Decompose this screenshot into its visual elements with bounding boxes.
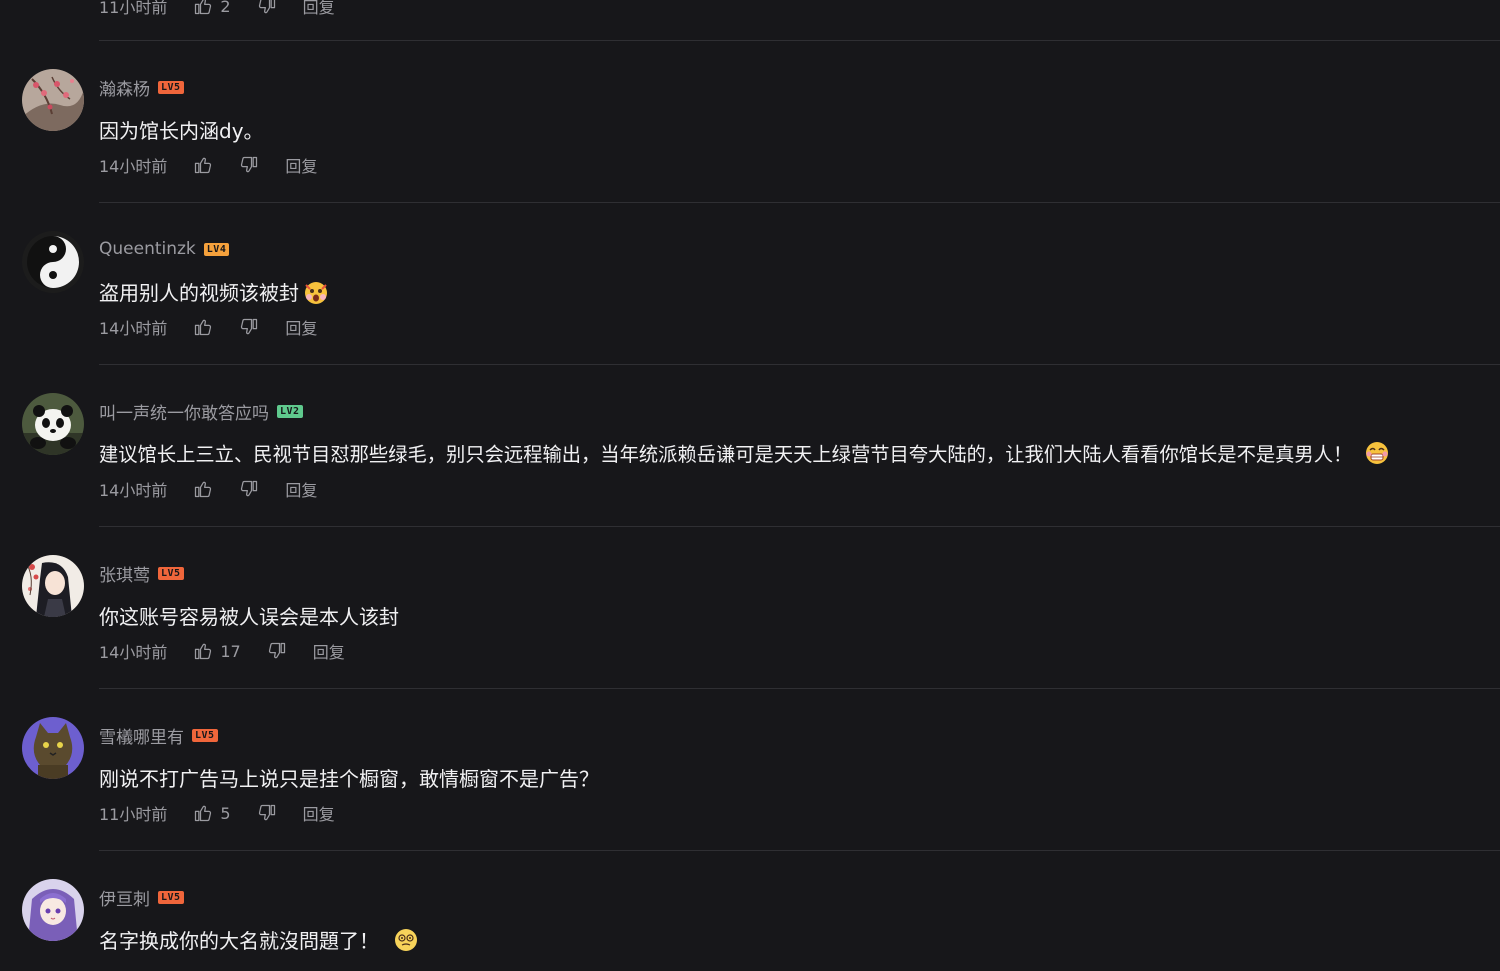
thumbs-down-icon: [241, 156, 258, 173]
dislike-button[interactable]: [239, 479, 259, 499]
dislike-button[interactable]: [239, 155, 259, 175]
comment-text: 刚说不打广告马上说只是挂个橱窗，敢情橱窗不是广告？: [99, 763, 599, 792]
like-button[interactable]: 17: [193, 641, 241, 661]
like-button[interactable]: [193, 317, 213, 337]
dislike-button[interactable]: [257, 0, 277, 16]
comment-list: 11小时前 2 回复 瀚森杨 LV5 因为馆长内涵dy。 14小时前 回复 Qu…: [0, 0, 1500, 971]
level-badge: LV2: [277, 404, 303, 418]
comment-meta-row: 14小时前 回复: [99, 477, 317, 501]
avatar-panda-image: [22, 393, 84, 455]
like-button[interactable]: 5: [193, 803, 231, 823]
username[interactable]: 叫一声统一你敢答应吗: [99, 399, 269, 424]
comment-text: 盗用别人的视频该被封: [99, 277, 329, 306]
reply-button[interactable]: 回复: [303, 801, 335, 825]
comment-body: 你这账号容易被人误会是本人该封: [99, 605, 399, 629]
thumbs-up-icon: [195, 0, 212, 15]
level-badge: LV5: [192, 728, 218, 742]
avatar[interactable]: [22, 879, 84, 941]
comment-header: Queentinzk LV4: [99, 237, 230, 261]
comment-time: 14小时前: [99, 157, 168, 176]
thumbs-down-icon: [241, 318, 258, 335]
reply-button[interactable]: 回复: [285, 477, 317, 501]
divider: [99, 202, 1500, 203]
comment-body: 盗用别人的视频该被封: [99, 281, 299, 305]
comment-time: 14小时前: [99, 643, 168, 662]
comment-body: 刚说不打广告马上说只是挂个橱窗，敢情橱窗不是广告？: [99, 767, 599, 791]
avatar-anime-girl-image: [22, 555, 84, 617]
dislike-button[interactable]: [257, 803, 277, 823]
comment-meta-row: 14小时前 17 回复: [99, 639, 345, 663]
avatar[interactable]: [22, 231, 84, 293]
divider: [99, 40, 1500, 41]
level-badge: LV5: [158, 80, 184, 94]
level-badge: LV5: [158, 890, 184, 904]
comment-header: 叫一声统一你敢答应吗 LV2: [99, 399, 303, 424]
comment-header: 伊亘刺 LV5: [99, 885, 184, 910]
comment-time: 14小时前: [99, 481, 168, 500]
reply-button[interactable]: 回复: [285, 315, 317, 339]
thumbs-up-icon: [195, 805, 212, 822]
reply-button[interactable]: 回复: [303, 0, 335, 18]
like-count: 17: [220, 641, 241, 661]
comment-time: 11小时前: [99, 0, 168, 17]
like-button[interactable]: [193, 479, 213, 499]
comment-body: 名字换成你的大名就沒問題了！: [99, 929, 379, 953]
comment-header: 张琪莺 LV5: [99, 561, 184, 586]
comment-text: 因为馆长内涵dy。: [99, 115, 264, 144]
username[interactable]: 瀚森杨: [99, 75, 150, 100]
reply-button[interactable]: 回复: [285, 153, 317, 177]
comment-text: 名字换成你的大名就沒問題了！: [99, 925, 419, 954]
thumbs-up-icon: [195, 643, 212, 660]
thumbs-down-icon: [241, 480, 258, 497]
comment-body: 建议馆长上三立、民视节目怼那些绿毛，别只会远程输出，当年统派赖岳谦可是天天上绿营…: [99, 443, 1353, 466]
divider: [99, 850, 1500, 851]
comment-header: 雪檥哪里有 LV5: [99, 723, 218, 748]
username[interactable]: 雪檥哪里有: [99, 723, 184, 748]
thumbs-down-icon: [268, 642, 285, 659]
avatar[interactable]: [22, 393, 84, 455]
comment-header: 瀚森杨 LV5: [99, 75, 184, 100]
like-button[interactable]: [193, 155, 213, 175]
avatar-plum-blossom-image: [22, 69, 84, 131]
thumbs-up-icon: [195, 319, 212, 336]
thumbs-up-icon: [195, 157, 212, 174]
thumbs-down-icon: [258, 804, 275, 821]
dislike-button[interactable]: [239, 317, 259, 337]
thumbs-up-icon: [195, 481, 212, 498]
dislike-button[interactable]: [267, 641, 287, 661]
level-badge: LV4: [203, 242, 230, 256]
username[interactable]: Queentinzk: [99, 239, 196, 259]
comment-meta-row: 11小时前 2 回复: [99, 0, 335, 18]
dizzy-face-emoji-icon: [395, 928, 417, 951]
like-count: 5: [220, 803, 231, 823]
avatar-purple-hair-girl-image: [22, 879, 84, 941]
username[interactable]: 张琪莺: [99, 561, 150, 586]
comment-time: 11小时前: [99, 805, 168, 824]
reply-button[interactable]: 回复: [313, 639, 345, 663]
avatar-yin-yang-image: [22, 231, 84, 293]
avatar[interactable]: [22, 69, 84, 131]
thumbs-down-icon: [258, 0, 275, 14]
like-button[interactable]: 2: [193, 0, 231, 16]
comment-meta-row: 14小时前 回复: [99, 153, 317, 177]
comment-text: 你这账号容易被人误会是本人该封: [99, 601, 399, 630]
comment-meta-row: 14小时前 回复: [99, 315, 317, 339]
level-badge: LV5: [158, 566, 184, 580]
divider: [99, 688, 1500, 689]
comment-text: 建议馆长上三立、民视节目怼那些绿毛，别只会远程输出，当年统派赖岳谦可是天天上绿营…: [99, 439, 1390, 467]
avatar-cat-image: [22, 717, 84, 779]
shocked-face-emoji-icon: [305, 281, 327, 304]
comment-meta-row: 11小时前 5 回复: [99, 801, 335, 825]
avatar[interactable]: [22, 555, 84, 617]
comment-time: 14小时前: [99, 319, 168, 338]
grimace-face-emoji-icon: [1366, 442, 1389, 464]
like-count: 2: [220, 0, 231, 16]
avatar[interactable]: [22, 717, 84, 779]
username[interactable]: 伊亘刺: [99, 885, 150, 910]
divider: [99, 364, 1500, 365]
divider: [99, 526, 1500, 527]
comment-body: 因为馆长内涵dy。: [99, 119, 264, 143]
